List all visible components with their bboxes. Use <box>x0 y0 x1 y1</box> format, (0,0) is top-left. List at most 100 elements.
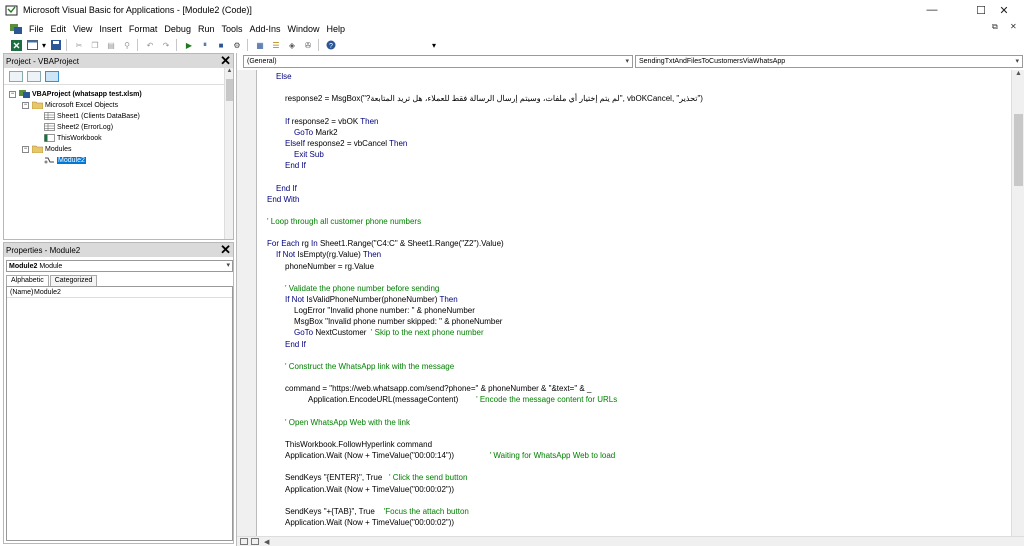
scroll-up-icon[interactable]: ▲ <box>1012 70 1024 80</box>
code-horizontal-scrollbar[interactable]: ◀ <box>237 536 1024 546</box>
menu-run[interactable]: Run <box>195 24 218 34</box>
tree-item-vbaproject[interactable]: − VBAProject (whatsapp test.xlsm) <box>9 89 142 99</box>
object-selector[interactable]: Module2 Module ▾ <box>6 260 233 272</box>
vba-project-icon[interactable] <box>9 23 23 35</box>
close-icon[interactable]: ✕ <box>220 242 231 258</box>
code-line[interactable]: Application.Wait (Now + TimeValue("00:00… <box>285 517 454 528</box>
property-row[interactable]: (Name) Module2 <box>7 287 232 298</box>
menu-insert[interactable]: Insert <box>96 24 125 34</box>
code-line[interactable]: If response2 = vbOK Then <box>285 116 378 127</box>
mdi-close-button[interactable]: ✕ <box>1010 22 1017 31</box>
tree-item-modules[interactable]: − Modules <box>22 144 71 154</box>
tree-item-sheet1[interactable]: Sheet1 (Clients DataBase) <box>44 111 140 121</box>
code-line[interactable]: If Not IsValidPhoneNumber(phoneNumber) T… <box>285 294 458 305</box>
toolbox-icon[interactable]: ✇ <box>301 39 315 52</box>
code-line[interactable]: response2 = MsgBox("?لم يتم إختيار أي مل… <box>285 93 703 104</box>
paste-icon[interactable]: ▤ <box>104 39 118 52</box>
code-line[interactable]: End If <box>285 339 306 350</box>
scrollbar-thumb[interactable] <box>1014 114 1023 186</box>
code-line[interactable]: SendKeys "+{TAB}", True 'Focus the attac… <box>285 506 469 517</box>
code-line[interactable]: ' Construct the WhatsApp link with the m… <box>285 361 454 372</box>
code-line[interactable]: Application.Wait (Now + TimeValue("00:00… <box>285 484 454 495</box>
chevron-down-icon[interactable]: ▾ <box>625 57 629 65</box>
minimize-button[interactable]: — <box>912 0 952 20</box>
code-vertical-scrollbar[interactable]: ▲ <box>1011 70 1024 536</box>
code-line[interactable]: GoTo Mark2 <box>294 127 338 138</box>
design-mode-icon[interactable]: ⚙ <box>230 39 244 52</box>
copy-icon[interactable]: ❐ <box>88 39 102 52</box>
tree-item-sheet2[interactable]: Sheet2 (ErrorLog) <box>44 122 113 132</box>
tab-alphabetic[interactable]: Alphabetic <box>6 275 49 286</box>
reset-icon[interactable]: ■ <box>214 39 228 52</box>
code-line[interactable]: Else <box>276 71 292 82</box>
scroll-left-icon[interactable]: ◀ <box>264 538 269 546</box>
menu-file[interactable]: File <box>26 24 47 34</box>
code-line[interactable]: ThisWorkbook.FollowHyperlink command <box>285 439 432 450</box>
code-line[interactable]: Application.EncodeURL(messageContent) ' … <box>308 394 617 405</box>
menu-debug[interactable]: Debug <box>161 24 194 34</box>
code-line[interactable]: End If <box>276 183 297 194</box>
break-icon[interactable]: ⏸ <box>198 39 212 52</box>
run-icon[interactable]: ▶ <box>182 39 196 52</box>
help-icon[interactable]: ? <box>324 39 338 52</box>
tree-item-excel-objects[interactable]: − Microsoft Excel Objects <box>22 100 118 110</box>
property-value[interactable]: Module2 <box>33 289 61 296</box>
properties-window-icon[interactable]: ☰ <box>269 39 283 52</box>
procedure-view-icon[interactable] <box>240 538 248 545</box>
code-line[interactable]: End With <box>267 194 299 205</box>
dropdown-arrow-icon[interactable]: ▾ <box>41 39 47 52</box>
procedure-combo[interactable]: SendingTxtAndFilesToCustomersViaWhatsApp… <box>635 55 1023 68</box>
object-browser-icon[interactable]: ◈ <box>285 39 299 52</box>
undo-icon[interactable]: ↶ <box>143 39 157 52</box>
collapse-icon[interactable]: − <box>9 90 16 98</box>
code-line[interactable]: ' Validate the phone number before sendi… <box>285 283 439 294</box>
toolbar-overflow-icon[interactable]: ▾ <box>432 41 440 53</box>
menu-window[interactable]: Window <box>285 24 323 34</box>
code-line[interactable]: LogError "Invalid phone number: " & phon… <box>294 305 475 316</box>
chevron-down-icon[interactable]: ▾ <box>226 261 230 269</box>
code-line[interactable]: SendKeys "{ENTER}", True ' Click the sen… <box>285 472 467 483</box>
scroll-up-icon[interactable]: ▲ <box>225 68 234 77</box>
code-line[interactable]: ' Loop through all customer phone number… <box>267 216 421 227</box>
mdi-restore-button[interactable]: ⧉ <box>992 22 998 32</box>
code-line[interactable]: ElseIf response2 = vbCancel Then <box>285 138 407 149</box>
full-module-view-icon[interactable] <box>251 538 259 545</box>
find-icon[interactable]: ⚲ <box>120 39 134 52</box>
tab-categorized[interactable]: Categorized <box>49 275 98 286</box>
menu-add-ins[interactable]: Add-Ins <box>246 24 283 34</box>
code-line[interactable]: command = "https://web.whatsapp.com/send… <box>285 383 591 394</box>
insert-userform-icon[interactable] <box>25 39 39 52</box>
view-object-icon[interactable] <box>27 70 41 82</box>
collapse-icon[interactable]: − <box>22 145 29 153</box>
code-line[interactable]: For Each rg In Sheet1.Range("C4:C" & She… <box>267 238 504 249</box>
menu-edit[interactable]: Edit <box>48 24 70 34</box>
chevron-down-icon[interactable]: ▾ <box>1015 57 1019 65</box>
close-icon[interactable]: ✕ <box>220 53 231 69</box>
redo-icon[interactable]: ↷ <box>159 39 173 52</box>
code-line[interactable]: GoTo NextCustomer ' Skip to the next pho… <box>294 327 484 338</box>
code-line[interactable]: ' Open WhatsApp Web with the link <box>285 417 410 428</box>
code-line[interactable]: Exit Sub <box>294 149 324 160</box>
code-line[interactable]: End If <box>285 160 306 171</box>
code-line[interactable]: If Not IsEmpty(rg.Value) Then <box>276 249 381 260</box>
code-line[interactable]: MsgBox "Invalid phone number skipped: " … <box>294 316 502 327</box>
toggle-folders-icon[interactable] <box>45 70 59 82</box>
view-code-icon[interactable] <box>9 70 23 82</box>
cut-icon[interactable]: ✂ <box>72 39 86 52</box>
tree-item-module2[interactable]: Module2 <box>44 155 86 165</box>
code-editor[interactable]: Else response2 = MsgBox("?لم يتم إختيار أ… <box>258 70 1010 536</box>
code-line[interactable]: phoneNumber = rg.Value <box>285 261 374 272</box>
menu-format[interactable]: Format <box>126 24 161 34</box>
code-line[interactable]: Application.Wait (Now + TimeValue("00:00… <box>285 450 615 461</box>
scrollbar-thumb[interactable] <box>226 79 233 101</box>
view-excel-icon[interactable] <box>9 39 23 52</box>
menu-tools[interactable]: Tools <box>218 24 245 34</box>
code-margin[interactable] <box>237 70 257 536</box>
menu-view[interactable]: View <box>70 24 95 34</box>
object-combo[interactable]: (General) ▾ <box>243 55 633 68</box>
collapse-icon[interactable]: − <box>22 101 29 109</box>
save-icon[interactable] <box>49 39 63 52</box>
project-explorer-icon[interactable]: ▦ <box>253 39 267 52</box>
close-button[interactable]: ✕ <box>984 0 1024 20</box>
menu-help[interactable]: Help <box>324 24 349 34</box>
